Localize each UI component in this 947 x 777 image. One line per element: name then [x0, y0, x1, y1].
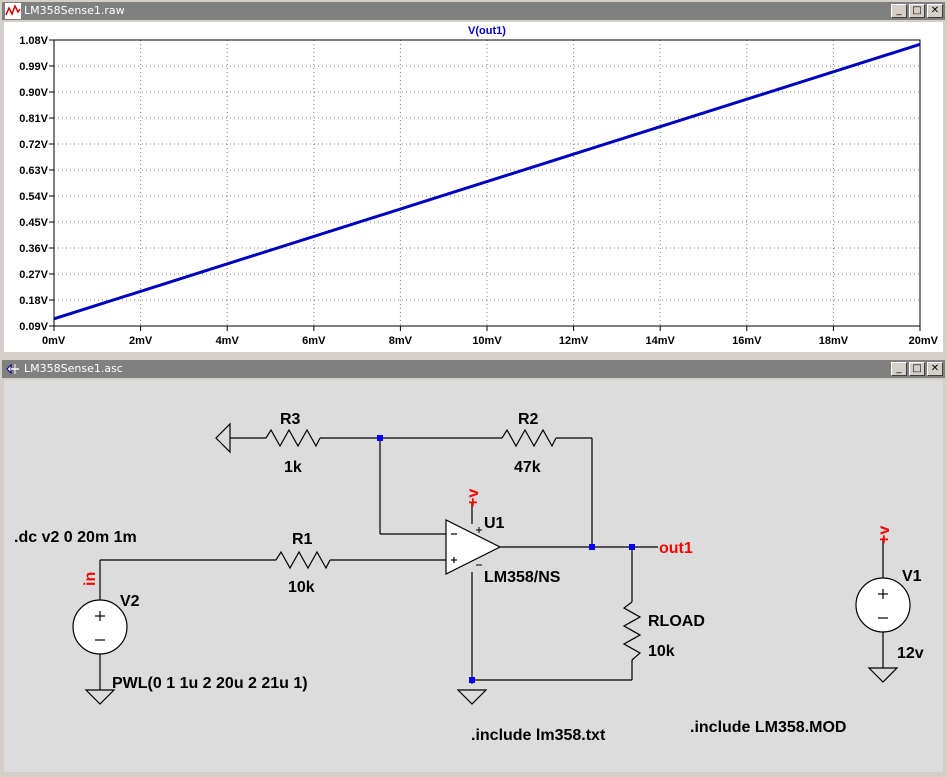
x-tick-label: 8mV — [389, 335, 413, 347]
x-tick-label: 18mV — [819, 335, 849, 347]
resistor-r3[interactable] — [265, 428, 321, 448]
minimize-button[interactable]: _ — [891, 4, 907, 18]
ground-symbol-v2 — [84, 689, 116, 705]
restore-button[interactable]: □ — [909, 362, 925, 376]
y-tick-label: 0.90V — [19, 87, 48, 99]
model-u1[interactable]: LM358/NS — [484, 569, 561, 586]
include-directive-1[interactable]: .include lm358.txt — [471, 727, 606, 744]
label-r2[interactable]: R2 — [518, 411, 539, 428]
schematic-canvas[interactable]: R3 1k R2 47k R1 10k U1 LM358/NS RLOAD 10… — [4, 380, 943, 772]
schematic-window: LM358Sense1.asc _ □ ✕ R3 1k R2 47k R1 10… — [0, 358, 947, 776]
schematic-titlebar[interactable]: LM358Sense1.asc _ □ ✕ — [2, 360, 945, 378]
x-tick-label: 20mV — [909, 335, 939, 347]
x-tick-label: 4mV — [216, 335, 240, 347]
waveform-plot-pane[interactable]: 0.09V 0.18V 0.27V 0.36V 0.45V 0.54V 0.63V 0.72V… — [4, 22, 943, 352]
voltage-source-v1[interactable] — [855, 577, 911, 633]
value-r2[interactable]: 47k — [514, 459, 541, 476]
waveform-titlebar[interactable]: LM358Sense1.raw _ □ ✕ — [2, 2, 945, 20]
x-tick-label: 16mV — [732, 335, 762, 347]
y-tick-label: 0.72V — [19, 139, 48, 151]
value-r3[interactable]: 1k — [284, 459, 302, 476]
net-label-out1[interactable]: out1 — [659, 540, 693, 557]
restore-button[interactable]: □ — [909, 4, 925, 18]
label-r3[interactable]: R3 — [280, 411, 301, 428]
x-tick-label: 14mV — [646, 335, 676, 347]
label-v2[interactable]: V2 — [120, 593, 140, 610]
x-tick-label: 12mV — [559, 335, 589, 347]
y-tick-label: 1.08V — [19, 35, 48, 47]
y-tick-label: 0.54V — [19, 191, 48, 203]
y-tick-label: 0.18V — [19, 295, 48, 307]
label-rload[interactable]: RLOAD — [648, 613, 705, 630]
y-tick-label: 0.27V — [19, 269, 48, 281]
waveform-icon — [5, 3, 21, 19]
ground-symbol-u1 — [456, 689, 488, 705]
value-r1[interactable]: 10k — [288, 579, 315, 596]
close-button[interactable]: ✕ — [927, 362, 943, 376]
minimize-button[interactable]: _ — [891, 362, 907, 376]
schematic-window-title: LM358Sense1.asc — [24, 362, 123, 375]
resistor-r2[interactable] — [501, 428, 557, 448]
label-v1[interactable]: V1 — [902, 568, 922, 585]
net-label-in[interactable]: in — [82, 572, 99, 586]
value-v1[interactable]: 12v — [897, 645, 924, 662]
supply-label-u1[interactable]: +v — [465, 489, 482, 507]
y-tick-label: 0.09V — [19, 321, 48, 333]
y-tick-label: 0.36V — [19, 243, 48, 255]
junction-dot — [589, 544, 595, 550]
ground-symbol-v1 — [867, 667, 899, 683]
x-tick-label: 6mV — [302, 335, 326, 347]
waveform-chart: 0.09V 0.18V 0.27V 0.36V 0.45V 0.54V 0.63V 0.72V… — [4, 22, 943, 352]
waveform-window-title: LM358Sense1.raw — [24, 4, 125, 17]
resistor-r1[interactable] — [275, 550, 331, 570]
x-tick-label: 0mV — [42, 335, 66, 347]
y-tick-label: 0.45V — [19, 217, 48, 229]
waveform-window: LM358Sense1.raw _ □ ✕ 0.09V 0.18V 0.27V 0.3… — [0, 0, 947, 356]
junction-dot — [629, 544, 635, 550]
dc-directive[interactable]: .dc v2 0 20m 1m — [14, 529, 137, 546]
value-rload[interactable]: 10k — [648, 643, 675, 660]
close-button[interactable]: ✕ — [927, 4, 943, 18]
junction-dot — [469, 677, 475, 683]
label-u1[interactable]: U1 — [484, 515, 505, 532]
x-tick-label: 2mV — [129, 335, 153, 347]
y-tick-label: 0.81V — [19, 113, 48, 125]
y-tick-label: 0.63V — [19, 165, 48, 177]
value-v2[interactable]: PWL(0 1 1u 2 20u 2 21u 1) — [112, 675, 308, 692]
schematic-drawing: R3 1k R2 47k R1 10k U1 LM358/NS RLOAD 10… — [14, 411, 924, 744]
resistor-rload[interactable] — [622, 601, 642, 661]
ground-symbol-r3 — [215, 422, 231, 454]
y-tick-label: 0.99V — [19, 61, 48, 73]
voltage-source-v2[interactable] — [72, 599, 128, 655]
x-tick-label: 10mV — [472, 335, 502, 347]
schematic-icon — [6, 363, 19, 375]
trace-label[interactable]: V(out1) — [468, 25, 506, 37]
include-directive-2[interactable]: .include LM358.MOD — [690, 719, 846, 736]
label-r1[interactable]: R1 — [292, 531, 313, 548]
junction-dot — [377, 435, 383, 441]
supply-label-v1[interactable]: +v — [876, 526, 893, 544]
